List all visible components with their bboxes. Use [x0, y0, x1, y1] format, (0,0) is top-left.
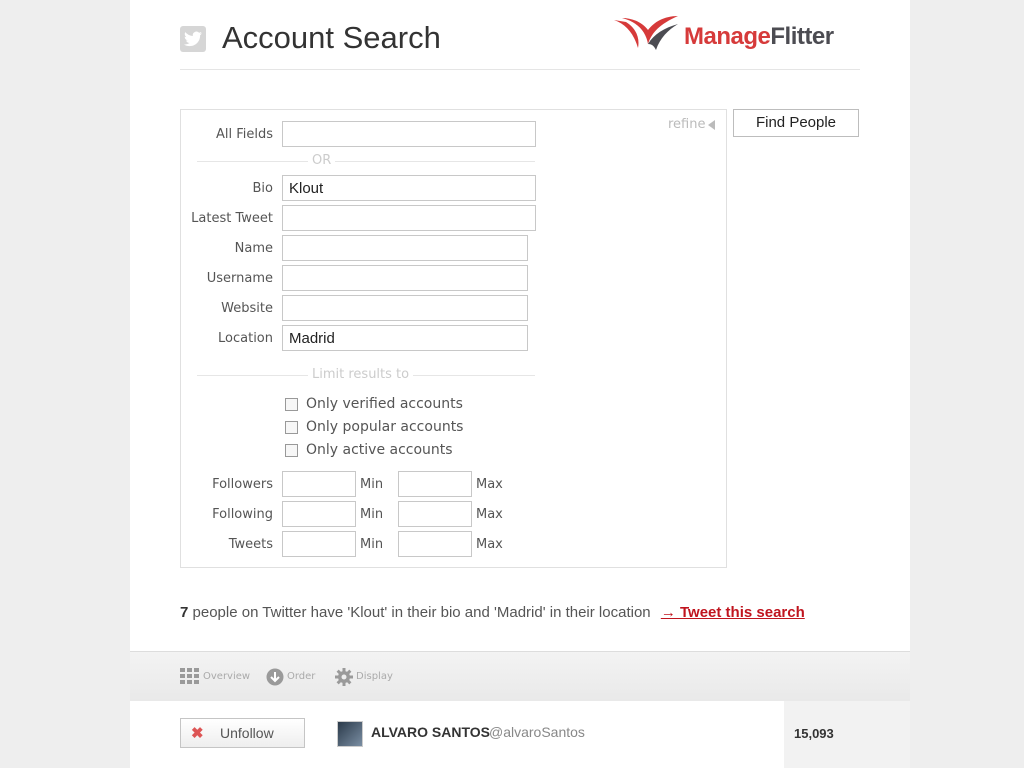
following-min-input[interactable]	[282, 501, 356, 527]
result-name[interactable]: ALVARO SANTOS	[371, 724, 490, 740]
following-max-label: Max	[476, 507, 503, 522]
result-handle[interactable]: @alvaroSantos	[489, 724, 585, 740]
username-input[interactable]	[282, 265, 528, 291]
manageflitter-logo[interactable]: ManageFlitter	[612, 14, 852, 56]
all-fields-input[interactable]	[282, 121, 536, 147]
verified-checkbox[interactable]	[285, 398, 298, 411]
popular-checkbox[interactable]	[285, 421, 298, 434]
tweets-min-label: Min	[360, 537, 384, 552]
location-input[interactable]	[282, 325, 528, 351]
find-people-button[interactable]: Find People	[733, 109, 859, 137]
result-stat: 15,093	[794, 726, 834, 741]
page-container: Account Search ManageFlitter refine All …	[130, 0, 910, 768]
name-label: Name	[234, 241, 273, 256]
grid-icon	[180, 668, 199, 684]
latest-tweet-input[interactable]	[282, 205, 536, 231]
or-separator-label: OR	[308, 153, 336, 168]
results-summary-text: people on Twitter have 'Klout' in their …	[192, 604, 651, 621]
bio-input[interactable]	[282, 175, 536, 201]
tweets-min-input[interactable]	[282, 531, 356, 557]
followers-max-input[interactable]	[398, 471, 472, 497]
following-label: Following	[212, 507, 273, 522]
results-toolbar: Overview Order Display	[130, 651, 910, 702]
header-divider	[180, 69, 860, 70]
active-checkbox[interactable]	[285, 444, 298, 457]
location-label: Location	[218, 331, 273, 346]
name-input[interactable]	[282, 235, 528, 261]
following-max-input[interactable]	[398, 501, 472, 527]
limit-separator-label: Limit results to	[308, 367, 414, 382]
followers-max-label: Max	[476, 477, 503, 492]
tweets-label: Tweets	[228, 537, 273, 552]
toolbar-overview-label[interactable]: Overview	[203, 671, 250, 682]
followers-min-label: Min	[360, 477, 384, 492]
toolbar-display-label[interactable]: Display	[356, 671, 393, 682]
website-label: Website	[221, 301, 273, 316]
refine-arrow-icon[interactable]	[708, 120, 715, 130]
all-fields-label: All Fields	[215, 127, 273, 142]
or-divider	[197, 161, 535, 162]
logo-text: ManageFlitter	[684, 23, 834, 51]
close-icon: ✖	[191, 725, 204, 742]
search-panel: refine All Fields OR Bio Latest Tweet Na…	[180, 109, 727, 568]
unfollow-button[interactable]: ✖ Unfollow	[180, 718, 305, 748]
results-count: 7	[180, 604, 189, 621]
website-input[interactable]	[282, 295, 528, 321]
latest-tweet-label: Latest Tweet	[191, 211, 273, 226]
unfollow-label[interactable]: Unfollow	[220, 725, 274, 741]
popular-checkbox-label[interactable]: Only popular accounts	[306, 419, 463, 435]
logo-text-manage: Manage	[684, 23, 771, 50]
avatar[interactable]	[337, 721, 363, 747]
results-summary: 7 people on Twitter have 'Klout' in thei…	[180, 604, 805, 621]
page-title: Account Search	[222, 20, 441, 55]
gear-icon	[335, 668, 353, 686]
arrow-down-circle-icon	[266, 668, 284, 686]
active-checkbox-label[interactable]: Only active accounts	[306, 442, 453, 458]
verified-checkbox-label[interactable]: Only verified accounts	[306, 396, 463, 412]
followers-min-input[interactable]	[282, 471, 356, 497]
tweets-max-label: Max	[476, 537, 503, 552]
followers-label: Followers	[212, 477, 273, 492]
twitter-icon	[180, 26, 206, 52]
bio-label: Bio	[252, 181, 273, 196]
tweets-max-input[interactable]	[398, 531, 472, 557]
result-row: ✖ Unfollow ALVARO SANTOS @alvaroSantos 1…	[130, 701, 910, 768]
tweet-this-search-link[interactable]: → Tweet this search	[661, 604, 805, 621]
toolbar-order-label[interactable]: Order	[287, 671, 315, 682]
refine-link[interactable]: refine	[668, 117, 705, 132]
stat-column: 15,093	[784, 701, 910, 768]
username-label: Username	[206, 271, 273, 286]
logo-wing-icon	[614, 16, 678, 50]
logo-text-flitter: Flitter	[770, 23, 834, 50]
following-min-label: Min	[360, 507, 384, 522]
